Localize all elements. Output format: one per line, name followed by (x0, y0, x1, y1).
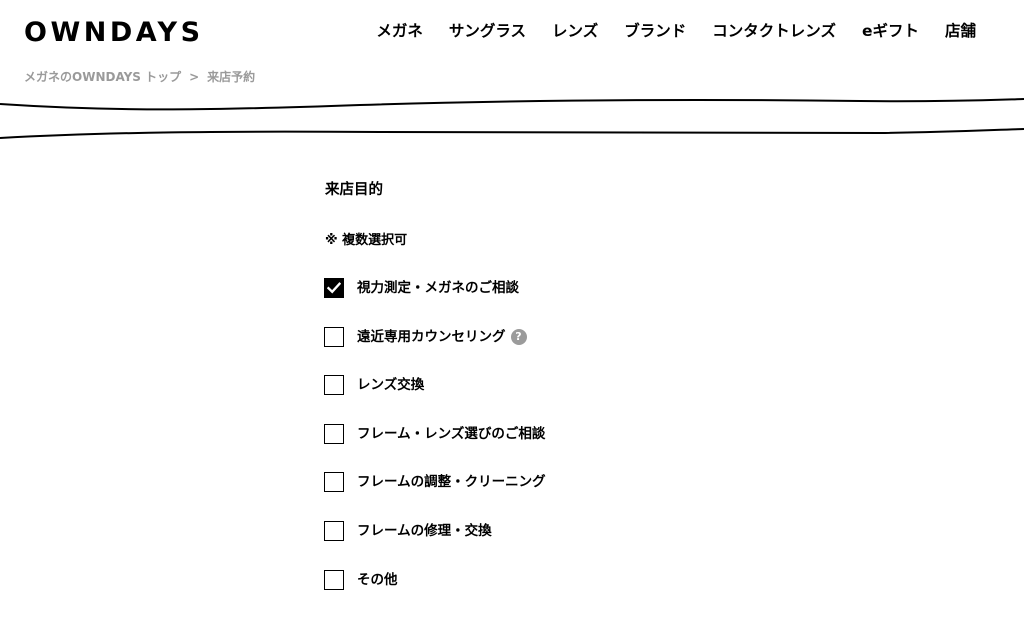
option-label: フレームの調整・クリーニング (357, 474, 546, 491)
breadcrumb-current: 来店予約 (207, 70, 256, 84)
breadcrumb-home-link[interactable]: メガネのOWNDAYS トップ (24, 70, 181, 84)
nav-item-sunglasses[interactable]: サングラス (449, 20, 526, 42)
nav-item-glasses[interactable]: メガネ (376, 20, 423, 42)
checkmark-icon (327, 282, 341, 294)
multiple-selection-note: ※ 複数選択可 (325, 233, 408, 248)
option-label: フレームの修理・交換 (357, 522, 492, 539)
checkbox[interactable] (324, 423, 344, 444)
checkbox[interactable] (324, 472, 344, 493)
option-frame-adjustment-cleaning[interactable]: フレームの調整・クリーニング (324, 471, 546, 493)
checkbox[interactable] (324, 520, 344, 541)
option-label: レンズ交換 (357, 377, 425, 394)
nav-item-contact-lenses[interactable]: コンタクトレンズ (712, 20, 836, 42)
nav-item-egift[interactable]: eギフト (862, 20, 919, 42)
checkbox[interactable] (324, 569, 344, 590)
option-other[interactable]: その他 (324, 569, 546, 591)
question-circle-icon[interactable]: ? (510, 328, 527, 345)
wave-divider (0, 98, 1024, 139)
option-frame-repair[interactable]: フレームの修理・交換 (324, 520, 546, 542)
checkbox[interactable] (324, 375, 344, 396)
option-label: フレーム・レンズ選びのご相談 (357, 425, 546, 442)
option-label: 視力測定・メガネのご相談 (357, 280, 519, 296)
option-label: 遠近専用カウンセリング (357, 328, 506, 345)
option-vision-test[interactable]: 視力測定・メガネのご相談 (324, 277, 546, 299)
nav-item-stores[interactable]: 店舗 (945, 20, 976, 42)
owndays-logo[interactable]: OWNDAYS (24, 17, 204, 49)
checkbox[interactable] (324, 278, 344, 298)
option-frame-lens-consultation[interactable]: フレーム・レンズ選びのご相談 (324, 423, 546, 445)
section-title: 来店目的 (325, 182, 383, 198)
breadcrumb: メガネのOWNDAYS トップ > 来店予約 (24, 68, 255, 86)
option-lens-replacement[interactable]: レンズ交換 (324, 374, 546, 396)
nav-item-brands[interactable]: ブランド (624, 20, 686, 42)
checkbox[interactable] (324, 326, 344, 347)
main-nav: メガネ サングラス レンズ ブランド コンタクトレンズ eギフト 店舗 (376, 20, 976, 42)
option-progressive-counseling[interactable]: 遠近専用カウンセリング ? (324, 326, 546, 348)
page: OWNDAYS メガネ サングラス レンズ ブランド コンタクトレンズ eギフト… (0, 0, 1024, 618)
visit-purpose-options: 視力測定・メガネのご相談 遠近専用カウンセリング ? レンズ交換 フレーム・レン… (324, 277, 546, 617)
option-label: その他 (357, 571, 398, 588)
breadcrumb-separator: > (189, 70, 200, 84)
nav-item-lenses[interactable]: レンズ (552, 20, 598, 42)
